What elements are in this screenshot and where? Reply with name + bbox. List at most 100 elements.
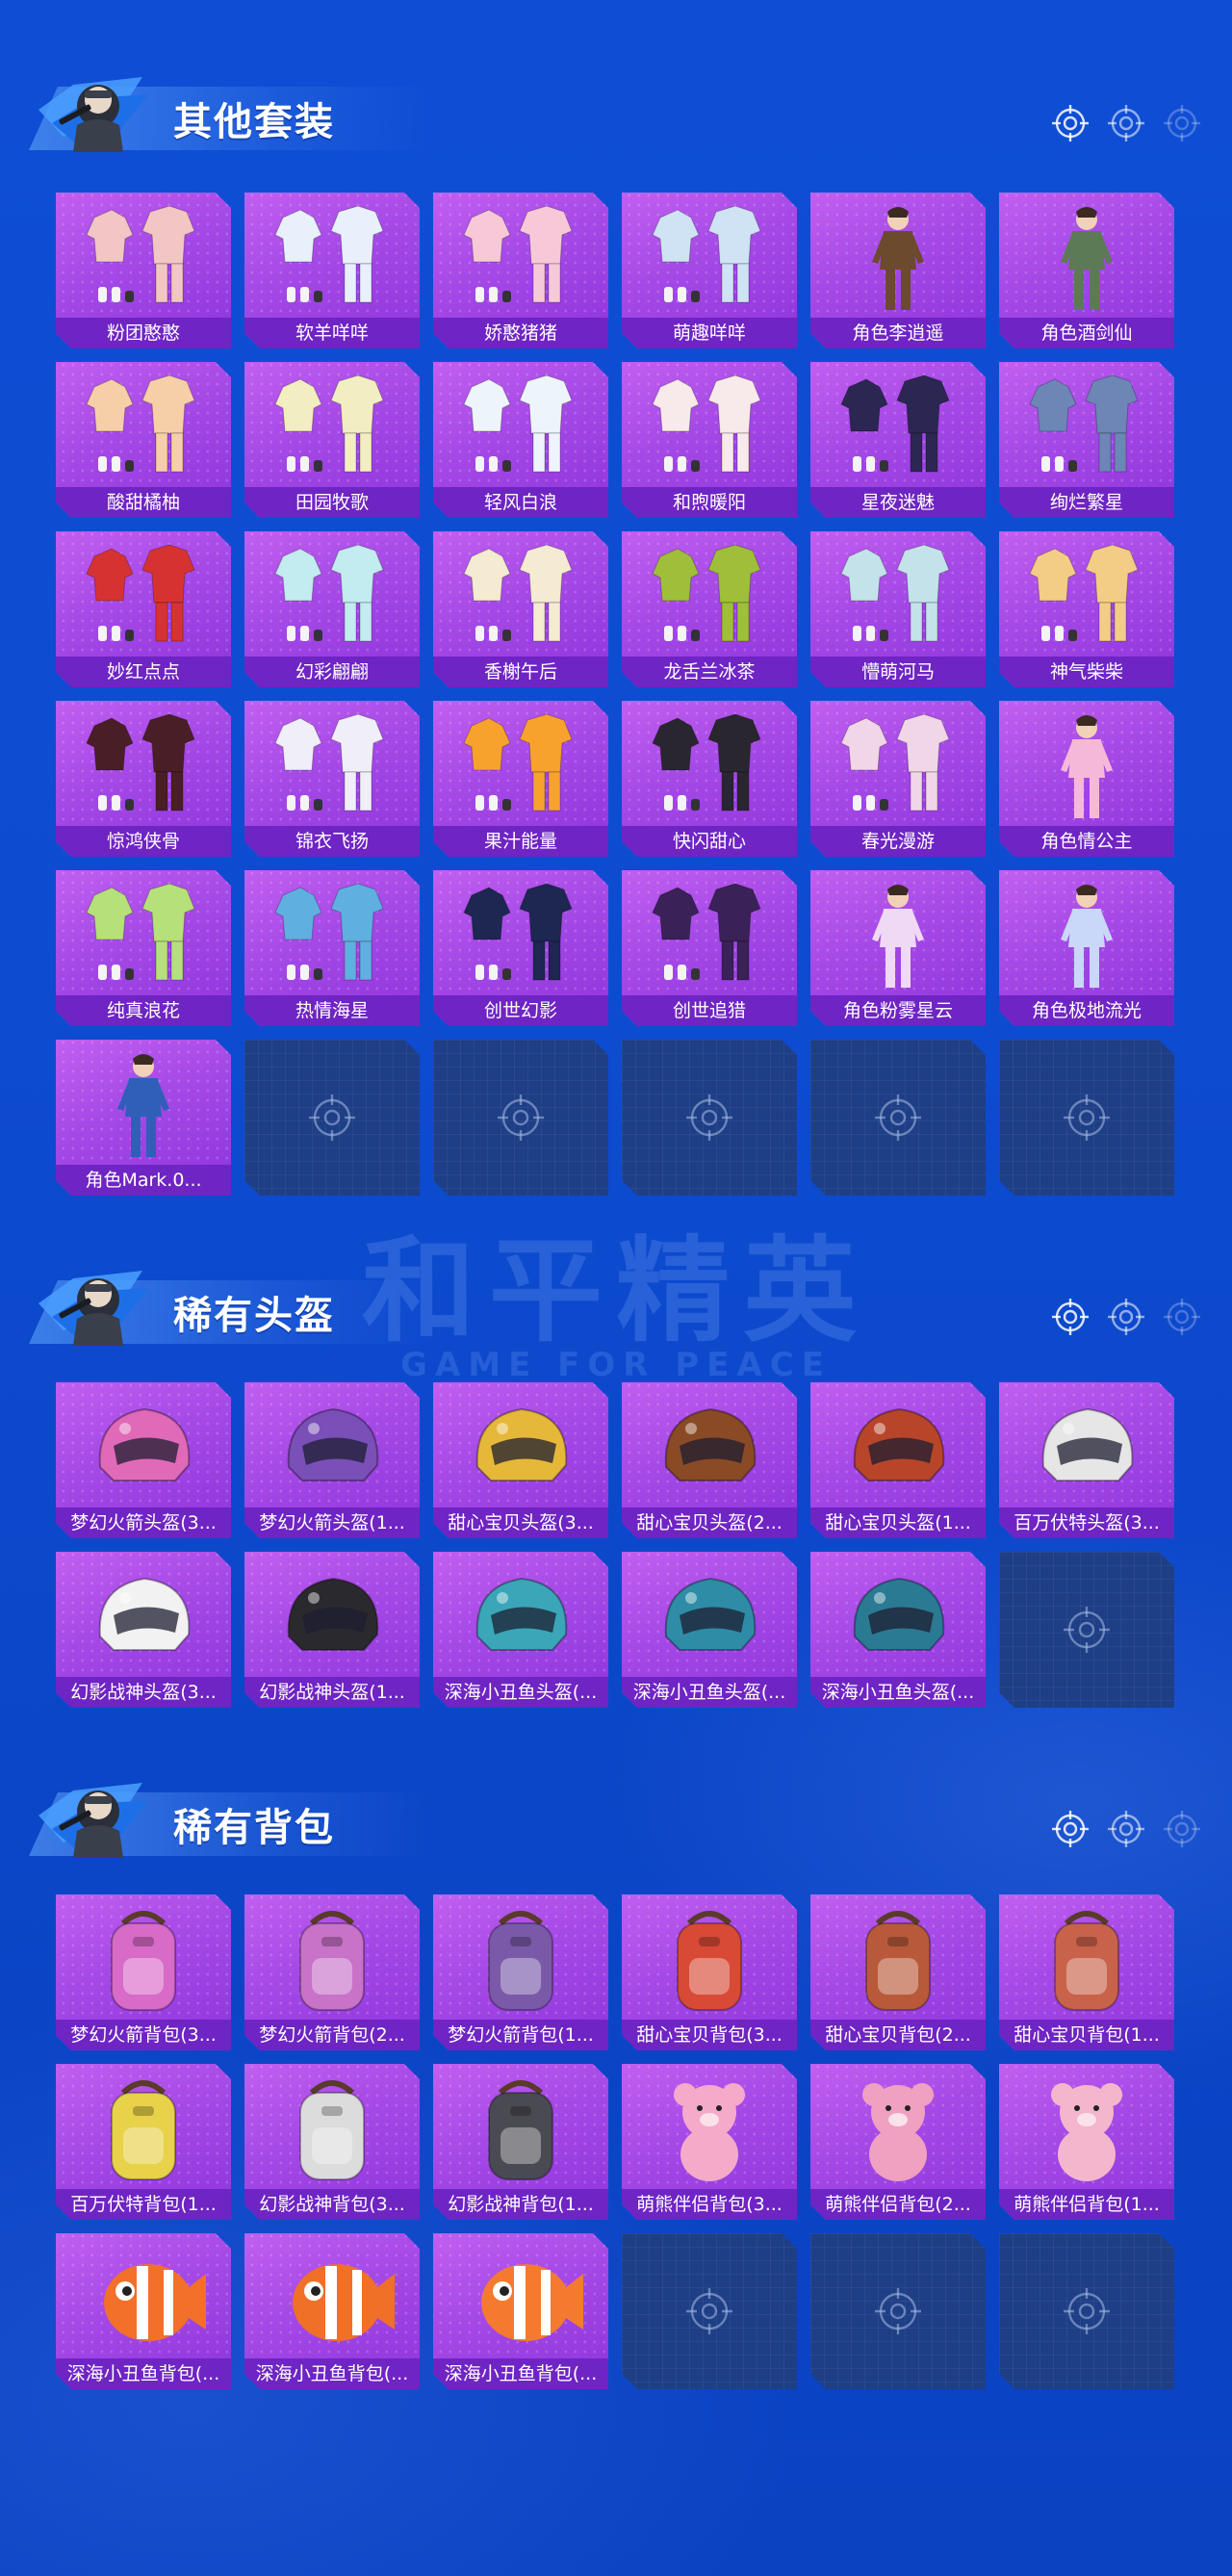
item-card[interactable]: 萌熊伴侣背包(2... <box>810 2064 986 2220</box>
item-card[interactable]: 梦幻火箭头盔(1... <box>244 1382 420 1538</box>
item-name: 香榭午后 <box>433 657 608 687</box>
empty-slot <box>433 1040 608 1196</box>
header-decoration <box>1049 1296 1203 1342</box>
item-card[interactable]: 萌熊伴侣背包(3... <box>622 2064 797 2220</box>
item-name: 百万伏特头盔(3... <box>999 1507 1174 1538</box>
item-card[interactable]: 香榭午后 <box>433 531 608 687</box>
item-card[interactable]: 角色极地流光 <box>999 870 1174 1026</box>
fish-icon <box>452 2243 589 2357</box>
item-card[interactable]: 甜心宝贝头盔(2... <box>622 1382 797 1538</box>
item-card[interactable]: 和煦暖阳 <box>622 362 797 518</box>
crosshair-icon <box>1105 1808 1147 1854</box>
section-title: 其他套装 <box>173 100 335 144</box>
item-name: 萌熊伴侣背包(3... <box>622 2189 797 2220</box>
item-name: 甜心宝贝头盔(3... <box>433 1507 608 1538</box>
item-card[interactable]: 绚烂繁星 <box>999 362 1174 518</box>
helmet-icon <box>75 1392 212 1506</box>
character-icon <box>1018 880 1155 993</box>
item-card[interactable]: 纯真浪花 <box>56 870 231 1026</box>
item-card[interactable]: 甜心宝贝头盔(3... <box>433 1382 608 1538</box>
item-name: 角色极地流光 <box>999 995 1174 1026</box>
item-card[interactable]: 深海小丑鱼背包(... <box>244 2233 420 2389</box>
item-name: 酸甜橘柚 <box>56 487 231 518</box>
item-card[interactable]: 懵萌河马 <box>810 531 986 687</box>
item-card[interactable]: 酸甜橘柚 <box>56 362 231 518</box>
item-name: 神气柴柴 <box>999 657 1174 687</box>
item-card[interactable]: 甜心宝贝头盔(1... <box>810 1382 986 1538</box>
item-card[interactable]: 梦幻火箭背包(1... <box>433 1894 608 2050</box>
item-card[interactable]: 龙舌兰冰茶 <box>622 531 797 687</box>
item-card[interactable]: 幻影战神背包(3... <box>244 2064 420 2220</box>
item-card[interactable]: 百万伏特背包(1... <box>56 2064 231 2220</box>
crosshair-icon <box>1049 1808 1091 1854</box>
item-card[interactable]: 创世追猎 <box>622 870 797 1026</box>
bear-icon <box>1018 2074 1155 2187</box>
item-card[interactable]: 星夜迷魅 <box>810 362 986 518</box>
item-card[interactable]: 百万伏特头盔(3... <box>999 1382 1174 1538</box>
item-card[interactable]: 惊鸿侠骨 <box>56 701 231 857</box>
helmet-icon <box>641 1392 778 1506</box>
item-card[interactable]: 角色李逍遥 <box>810 193 986 348</box>
item-card[interactable]: 角色粉雾星云 <box>810 870 986 1026</box>
item-card[interactable]: 软羊咩咩 <box>244 193 420 348</box>
item-name: 和煦暖阳 <box>622 487 797 518</box>
item-card[interactable]: 轻风白浪 <box>433 362 608 518</box>
item-card[interactable]: 果汁能量 <box>433 701 608 857</box>
header-decoration <box>1049 102 1203 148</box>
item-name: 春光漫游 <box>810 826 986 857</box>
section-header: 其他套装 <box>29 48 1203 152</box>
item-card[interactable]: 深海小丑鱼头盔(... <box>622 1552 797 1708</box>
item-grid: 梦幻火箭头盔(3... 梦幻火箭头盔(1... 甜心宝贝头盔(3... 甜心宝贝… <box>56 1382 1174 1708</box>
item-name: 星夜迷魅 <box>810 487 986 518</box>
backpack-icon <box>1018 1904 1155 2018</box>
item-card[interactable]: 幻影战神头盔(1... <box>244 1552 420 1708</box>
item-card[interactable]: 角色情公主 <box>999 701 1174 857</box>
item-card[interactable]: 深海小丑鱼背包(... <box>433 2233 608 2389</box>
item-card[interactable]: 深海小丑鱼头盔(... <box>433 1552 608 1708</box>
item-card[interactable]: 快闪甜心 <box>622 701 797 857</box>
item-card[interactable]: 角色酒剑仙 <box>999 193 1174 348</box>
item-card[interactable]: 甜心宝贝背包(1... <box>999 1894 1174 2050</box>
item-card[interactable]: 田园牧歌 <box>244 362 420 518</box>
item-name: 甜心宝贝背包(1... <box>999 2020 1174 2050</box>
item-card[interactable]: 热情海星 <box>244 870 420 1026</box>
item-name: 粉团憨憨 <box>56 318 231 348</box>
item-name: 梦幻火箭头盔(3... <box>56 1507 231 1538</box>
fish-icon <box>75 2243 212 2357</box>
item-card[interactable]: 深海小丑鱼头盔(... <box>810 1552 986 1708</box>
item-name: 绚烂繁星 <box>999 487 1174 518</box>
item-name: 深海小丑鱼背包(... <box>56 2358 231 2389</box>
item-card[interactable]: 幻影战神背包(1... <box>433 2064 608 2220</box>
item-card[interactable]: 锦衣飞扬 <box>244 701 420 857</box>
item-card[interactable]: 梦幻火箭背包(2... <box>244 1894 420 2050</box>
helmet-icon <box>641 1561 778 1675</box>
empty-slot <box>999 1552 1174 1708</box>
character-icon <box>830 202 966 316</box>
item-card[interactable]: 幻彩翩翩 <box>244 531 420 687</box>
item-card[interactable]: 梦幻火箭头盔(3... <box>56 1382 231 1538</box>
item-card[interactable]: 创世幻影 <box>433 870 608 1026</box>
outfit-icon <box>75 880 212 993</box>
outfit-icon <box>264 372 400 485</box>
item-name: 角色李逍遥 <box>810 318 986 348</box>
item-card[interactable]: 角色Mark.0... <box>56 1040 231 1196</box>
outfit-icon <box>452 372 589 485</box>
item-name: 梦幻火箭背包(1... <box>433 2020 608 2050</box>
item-card[interactable]: 甜心宝贝背包(2... <box>810 1894 986 2050</box>
item-card[interactable]: 神气柴柴 <box>999 531 1174 687</box>
item-name: 龙舌兰冰茶 <box>622 657 797 687</box>
item-card[interactable]: 妙红点点 <box>56 531 231 687</box>
item-card[interactable]: 深海小丑鱼背包(... <box>56 2233 231 2389</box>
item-card[interactable]: 梦幻火箭背包(3... <box>56 1894 231 2050</box>
item-name: 娇憨猪猪 <box>433 318 608 348</box>
empty-slot <box>810 1040 986 1196</box>
item-card[interactable]: 春光漫游 <box>810 701 986 857</box>
item-card[interactable]: 萌熊伴侣背包(1... <box>999 2064 1174 2220</box>
item-card[interactable]: 幻影战神头盔(3... <box>56 1552 231 1708</box>
item-card[interactable]: 粉团憨憨 <box>56 193 231 348</box>
item-card[interactable]: 萌趣咩咩 <box>622 193 797 348</box>
item-name: 百万伏特背包(1... <box>56 2189 231 2220</box>
item-card[interactable]: 甜心宝贝背包(3... <box>622 1894 797 2050</box>
item-card[interactable]: 娇憨猪猪 <box>433 193 608 348</box>
item-name: 果汁能量 <box>433 826 608 857</box>
